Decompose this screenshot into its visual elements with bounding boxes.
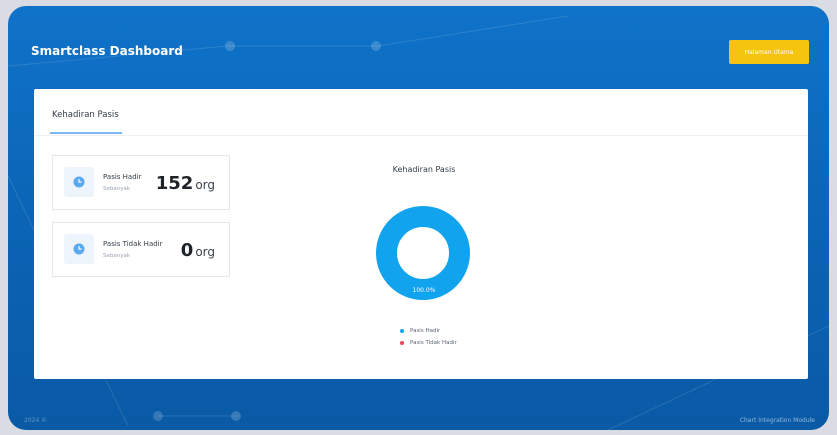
stat-value: 152 org [156,173,215,194]
clock-icon [73,243,85,255]
stat-value: 0 org [181,240,215,261]
stat-number: 0 [180,240,194,261]
pie-slice-pasis-hadir[interactable] [376,206,470,300]
clock-icon [73,176,85,188]
stat-sublabel: Sebanyak [103,253,131,259]
app-frame: Smartclass Dashboard Halaman Utama Kehad… [8,6,829,430]
tab-divider [34,135,808,136]
legend-item[interactable]: Pasis Tidak Hadir [400,337,457,349]
stat-card-absent: Pasis Tidak Hadir Sebanyak 0 org [52,222,230,277]
tab-kehadiran-pasis[interactable]: Kehadiran Pasis [52,110,119,120]
footer-module-label: Chart Integration Module [739,417,815,424]
stat-unit: org [195,178,215,192]
data-label: 100.0% [413,287,436,294]
home-button[interactable]: Halaman Utama [729,40,809,64]
stat-card-present: Pasis Hadir Sebanyak 152 org [52,155,230,210]
clock-icon-box [64,167,94,197]
legend-dot [400,329,404,333]
stat-label: Pasis Tidak Hadir [103,240,163,248]
app-brand: Smartclass Dashboard [31,44,183,58]
donut-chart: 100.0% [376,206,470,300]
legend-label: Pasis Hadir [410,328,441,334]
clock-icon-box [64,234,94,264]
stat-label: Pasis Hadir [103,173,142,181]
footer-copyright: 2024 © [24,417,48,424]
legend-dot [400,341,404,345]
chart-title: Kehadiran Pasis [392,165,456,174]
legend-label: Pasis Tidak Hadir [410,340,457,346]
stat-number: 152 [155,173,194,194]
active-tab-indicator [50,132,122,134]
stat-unit: org [195,245,215,259]
legend-item[interactable]: Pasis Hadir [400,325,457,337]
attendance-card: Kehadiran Pasis Pasis Hadir Sebanyak 152… [34,89,808,379]
top-header: Smartclass Dashboard Halaman Utama [8,6,829,86]
stat-sublabel: Sebanyak [103,186,131,192]
chart-legend: Pasis Hadir Pasis Tidak Hadir [400,325,457,349]
